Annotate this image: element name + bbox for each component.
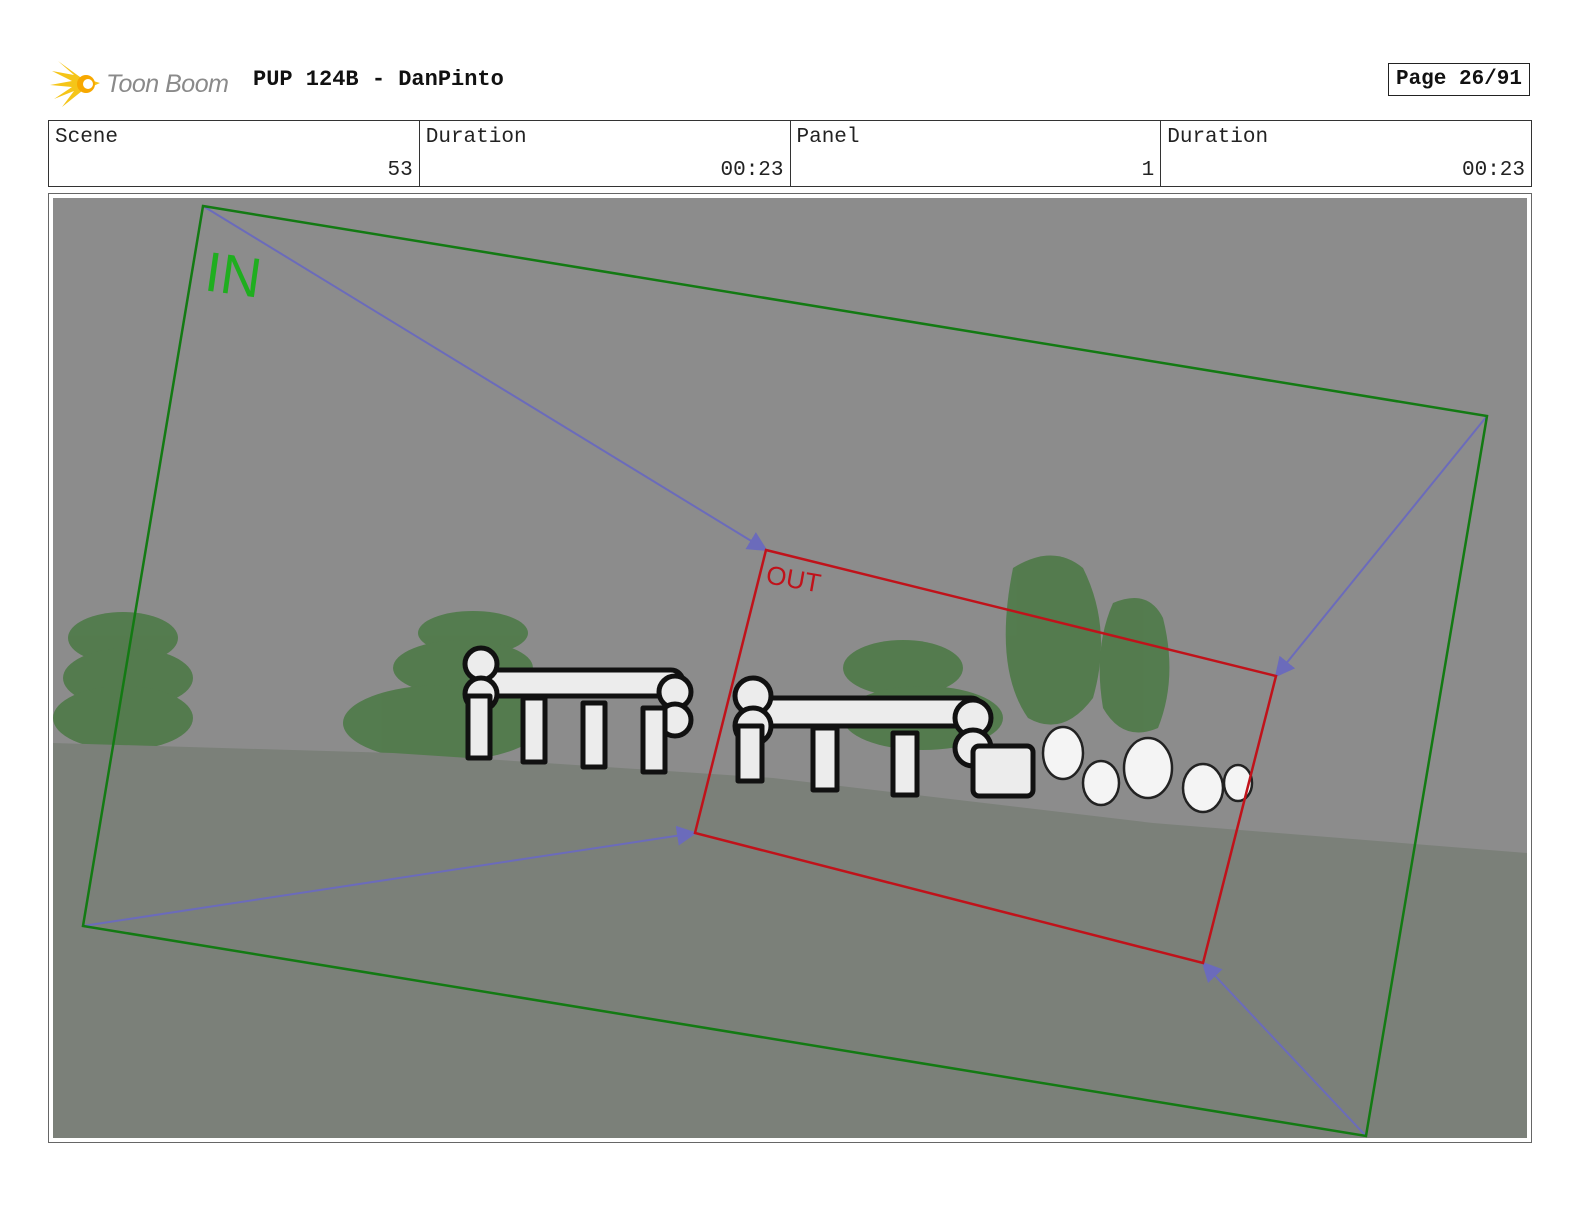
page-header: Toon Boom PUP 124B - DanPinto Page 26/91 [50,55,1530,110]
panel-label: Panel [796,126,860,149]
panel-duration-label: Duration [1167,126,1269,149]
panel-duration-cell: Duration 00:23 [1161,121,1531,186]
scene-duration-value: 00:23 [720,159,784,182]
panel-duration-value: 00:23 [1461,159,1525,182]
panel-cell: Panel 1 [791,121,1162,186]
scene-value: 53 [387,159,413,182]
scene-duration-cell: Duration 00:23 [420,121,791,186]
storyboard-panel: IN OUT [48,193,1532,1143]
page-number: Page 26/91 [1387,63,1530,96]
panel-value: 1 [1141,159,1155,182]
scene-cell: Scene 53 [49,121,420,186]
burst-logo-icon [50,61,100,107]
in-label: IN [201,239,265,309]
scene-duration-label: Duration [425,126,527,149]
document-title: PUP 124B - DanPinto [253,67,504,92]
logo-text: Toon Boom [106,69,229,98]
panel-artwork: IN OUT [53,198,1527,1138]
toon-boom-logo: Toon Boom [50,59,229,109]
scene-label: Scene [55,126,119,149]
scene-info-table: Scene 53 Duration 00:23 Panel 1 Duration… [48,120,1532,187]
